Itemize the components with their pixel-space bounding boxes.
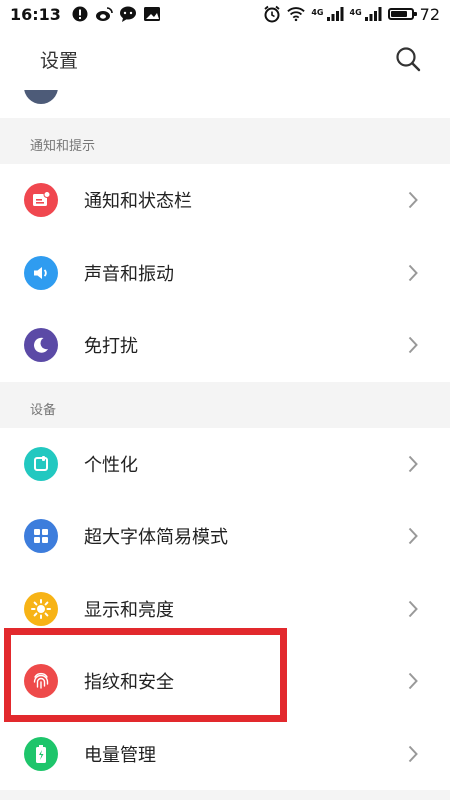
settings-item-label: 通知和状态栏 — [84, 191, 192, 213]
battery-indicator — [387, 8, 417, 20]
chevron-right-icon — [406, 526, 420, 546]
settings-item-personalization[interactable]: 个性化 — [0, 428, 450, 501]
scrolled-row-remnant — [0, 90, 450, 118]
section-header-notifications: 通知和提示 — [0, 118, 450, 164]
settings-item-label: 超大字体简易模式 — [84, 527, 228, 549]
image-icon — [143, 6, 161, 22]
signal-icon — [326, 6, 344, 22]
status-bar-left: 16:13 — [10, 5, 161, 24]
section-device: 个性化 超大字体简易模式 显示和亮度 指纹和安全 电量管理 — [0, 427, 450, 791]
battery-icon — [24, 736, 58, 771]
settings-item-sound-vibration[interactable]: 声音和振动 — [0, 237, 450, 310]
wifi-icon — [287, 6, 306, 22]
search-button[interactable] — [394, 45, 422, 73]
fingerprint-icon — [24, 664, 58, 699]
section-header-device: 设备 — [0, 381, 450, 428]
brightness-icon — [24, 591, 58, 626]
grid-icon — [24, 519, 58, 554]
page-title: 设置 — [40, 49, 79, 72]
partial-icon — [24, 90, 58, 104]
settings-item-notification-statusbar[interactable]: 通知和状态栏 — [0, 164, 450, 237]
settings-item-do-not-disturb[interactable]: 免打扰 — [0, 309, 450, 382]
settings-item-display-brightness[interactable]: 显示和亮度 — [0, 573, 450, 646]
alert-icon — [71, 6, 89, 22]
status-bar-right: 4G 4G 72 — [263, 5, 440, 24]
network-type-2: 4G — [349, 7, 362, 17]
battery-percent: 72 — [419, 4, 440, 24]
chat-icon — [119, 6, 137, 22]
chevron-right-icon — [406, 335, 420, 355]
alarm-icon — [263, 5, 281, 23]
sound-icon — [24, 255, 58, 290]
settings-item-fingerprint-security[interactable]: 指纹和安全 — [0, 645, 450, 718]
app-header: 设置 — [0, 28, 450, 90]
moon-icon — [24, 328, 58, 363]
notification-icon — [24, 183, 58, 218]
chevron-right-icon — [406, 744, 420, 764]
signal-icon-2 — [364, 6, 382, 22]
personalize-icon — [24, 446, 58, 481]
weibo-icon — [95, 6, 113, 22]
chevron-right-icon — [406, 263, 420, 283]
network-type-1: 4G — [311, 7, 324, 17]
status-time: 16:13 — [10, 4, 61, 24]
section-notifications: 通知和状态栏 声音和振动 免打扰 — [0, 164, 450, 382]
settings-item-large-font-mode[interactable]: 超大字体简易模式 — [0, 500, 450, 573]
settings-item-label: 声音和振动 — [84, 263, 174, 285]
settings-item-label: 电量管理 — [84, 744, 156, 766]
settings-item-label: 个性化 — [84, 454, 138, 476]
status-bar: 16:13 4G 4G 72 — [0, 0, 450, 28]
chevron-right-icon — [406, 190, 420, 210]
settings-item-label: 显示和亮度 — [84, 599, 174, 621]
chevron-right-icon — [406, 671, 420, 691]
chevron-right-icon — [406, 599, 420, 619]
search-icon — [396, 47, 421, 72]
settings-item-battery-management[interactable]: 电量管理 — [0, 718, 450, 791]
chevron-right-icon — [406, 454, 420, 474]
settings-item-label: 指纹和安全 — [84, 672, 174, 694]
settings-item-label: 免打扰 — [84, 336, 138, 358]
